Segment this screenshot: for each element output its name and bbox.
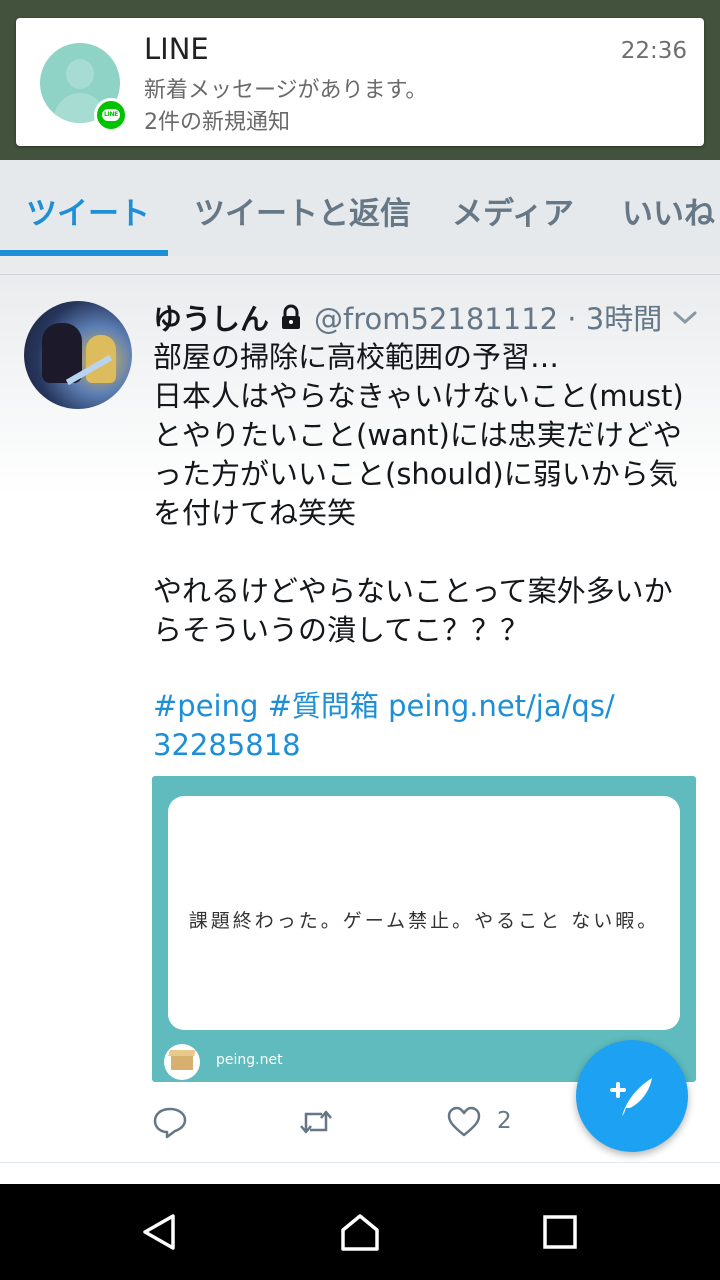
notification-count: 2件の新規通知 xyxy=(144,110,290,135)
tweet-author-name[interactable]: ゆうしん xyxy=(153,296,269,338)
user-avatar[interactable] xyxy=(24,301,132,409)
tab-likes[interactable]: いいね xyxy=(622,188,715,233)
notification-time: 22:36 xyxy=(620,38,687,64)
line-badge-text: LINE xyxy=(104,111,118,118)
home-icon[interactable] xyxy=(340,1212,380,1252)
peing-logo-icon xyxy=(164,1044,200,1080)
retweet-icon[interactable] xyxy=(298,1104,334,1140)
tweet-line: やれるけどやらないことって案外多いか xyxy=(153,574,673,608)
tweet-line: とやりたいこと(want)には忠実だけどや xyxy=(153,418,682,452)
like-count: 2 xyxy=(497,1108,512,1134)
divider xyxy=(0,1162,720,1163)
tab-media[interactable]: メディア xyxy=(452,188,574,233)
line-app-icon: LINE xyxy=(94,98,128,132)
tweet-handle-time: @from52181112 · 3時間 xyxy=(314,302,663,336)
tweet-links[interactable]: #peing #質問箱 peing.net/ja/qs/ 32285818 xyxy=(153,687,698,765)
notification-message: 新着メッセージがあります。 xyxy=(144,78,428,103)
link-card[interactable]: 課題終わった。ゲーム禁止。やること ない暇。 peing.net xyxy=(152,776,696,1082)
tab-tweets[interactable]: ツイート xyxy=(26,188,150,233)
tab-tweets-and-replies[interactable]: ツイートと返信 xyxy=(194,188,411,233)
tweet-line: らそういうの潰してこ？？？ xyxy=(153,613,530,647)
url-link-line[interactable]: 32285818 xyxy=(153,726,698,765)
compose-tweet-button[interactable] xyxy=(576,1040,688,1152)
divider xyxy=(0,274,720,275)
back-icon[interactable] xyxy=(140,1212,180,1252)
tweet-line: った方がいいこと(should)に弱いから気 xyxy=(153,457,678,491)
lock-icon xyxy=(282,304,300,329)
profile-tabs: ツイート ツイートと返信 メディア いいね xyxy=(0,160,720,256)
system-navigation-bar xyxy=(0,1184,720,1280)
tweet-text: 部屋の掃除に高校範囲の予習… 日本人はやらなきゃいけないこと(must) とやり… xyxy=(153,338,698,650)
reply-icon[interactable] xyxy=(152,1104,188,1140)
tweet-line: を付けてね笑笑 xyxy=(153,496,357,530)
card-question-box: 課題終わった。ゲーム禁止。やること ない暇。 xyxy=(168,796,680,1030)
card-question: 課題終わった。ゲーム禁止。やること ない暇。 xyxy=(188,910,660,932)
chevron-down-icon[interactable] xyxy=(672,308,698,328)
line-notification[interactable]: LINE LINE 22:36 新着メッセージがあります。 2件の新規通知 xyxy=(16,18,704,146)
recents-icon[interactable] xyxy=(540,1212,580,1252)
notification-app-name: LINE xyxy=(144,32,209,66)
tweet-line: 部屋の掃除に高校範囲の予習… xyxy=(153,340,560,374)
tweet-line: 日本人はやらなきゃいけないこと(must) xyxy=(153,379,684,413)
hashtag-link-line[interactable]: #peing #質問箱 peing.net/ja/qs/ xyxy=(153,687,698,726)
card-site: peing.net xyxy=(216,1052,283,1068)
compose-tweet-icon xyxy=(610,1078,652,1116)
heart-icon[interactable] xyxy=(446,1104,482,1140)
